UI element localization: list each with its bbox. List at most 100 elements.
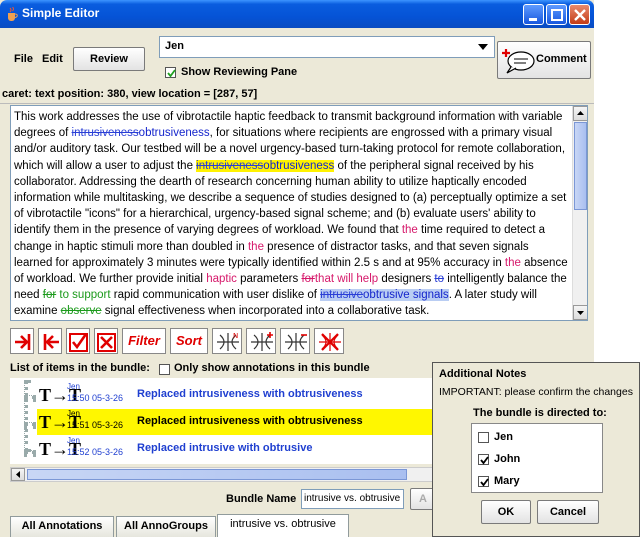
scroll-thumb[interactable]	[574, 122, 587, 210]
list-horizontal-scrollbar[interactable]	[10, 467, 440, 482]
item-description: Replaced intrusive with obtrusive	[137, 442, 313, 454]
scroll-up-button[interactable]	[573, 106, 587, 121]
item-time: 15:51 05-3-26	[67, 420, 124, 430]
tree-connector	[24, 380, 28, 452]
text-segment: signal effectiveness when incorporated i…	[101, 305, 430, 318]
user-select[interactable]: Jen	[159, 36, 495, 58]
ok-button[interactable]: OK	[481, 500, 531, 524]
annotated-text-segment[interactable]: intrusiveness	[72, 127, 139, 139]
comment-label: Comment	[536, 53, 587, 65]
additional-notes-dialog: Additional Notes IMPORTANT: please confi…	[432, 362, 640, 537]
checkmark-icon	[480, 456, 489, 465]
annotated-text-segment[interactable]: for	[301, 273, 314, 285]
recipient-checkbox[interactable]	[478, 476, 489, 487]
bundle-add-button[interactable]	[246, 328, 276, 354]
annotated-text-segment[interactable]: to support	[56, 289, 114, 301]
menu-file[interactable]: File	[14, 53, 33, 65]
close-button[interactable]	[569, 4, 590, 25]
only-show-bundle-label: Only show annotations in this bundle	[174, 362, 370, 374]
notes-message[interactable]: IMPORTANT: please confirm the changes	[439, 386, 633, 398]
show-reviewing-pane-label: Show Reviewing Pane	[181, 66, 298, 78]
directed-to-label: The bundle is directed to:	[473, 407, 607, 419]
cancel-button[interactable]: Cancel	[537, 500, 599, 524]
text-segment: parameters	[236, 273, 302, 286]
recipient-name: Jen	[494, 431, 513, 443]
checkmark-icon	[167, 69, 176, 78]
list-item-selected[interactable]: T→T Jen 15:51 05-3-26 Replaced intrusive…	[37, 409, 440, 435]
accept-next-button[interactable]	[10, 328, 34, 354]
annotated-text-segment[interactable]: intrusiveness	[196, 159, 264, 172]
accept-button[interactable]	[66, 328, 90, 354]
item-user: Jen	[67, 436, 80, 445]
scroll-thumb[interactable]	[27, 469, 407, 480]
notes-title: Additional Notes	[439, 368, 527, 380]
bundle-name-input[interactable]: intrusive vs. obtrusive	[301, 489, 404, 509]
item-user: Jen	[67, 382, 80, 391]
close-icon	[574, 9, 586, 21]
annotated-text-segment[interactable]: haptic	[206, 273, 237, 285]
arrow-left-icon	[16, 471, 20, 478]
tab-bundle[interactable]: intrusive vs. obtrusive	[217, 514, 349, 537]
bundle-list-header: List of items in the bundle:	[10, 362, 150, 374]
annotated-text-segment[interactable]: for	[43, 289, 56, 301]
bundle-remove-button[interactable]	[280, 328, 310, 354]
bundle-button[interactable]: N	[212, 328, 242, 354]
tree-connector	[24, 422, 36, 426]
annotated-text-segment[interactable]: the	[248, 241, 264, 253]
item-user: Jen	[67, 409, 80, 418]
show-reviewing-pane-checkbox[interactable]	[165, 67, 176, 78]
checkmark-icon	[480, 478, 489, 487]
maximize-icon	[551, 9, 563, 21]
document-editor[interactable]: This work addresses the use of vibrotact…	[10, 105, 588, 321]
bundle-icon: N	[217, 332, 239, 351]
editor-vertical-scrollbar[interactable]	[572, 106, 587, 320]
accept-next-icon	[15, 334, 31, 350]
sort-button[interactable]: Sort	[170, 328, 208, 354]
annotated-text-segment[interactable]: that will help	[315, 273, 378, 285]
window-title: Simple Editor	[22, 6, 100, 20]
maximize-button[interactable]	[546, 4, 567, 25]
annotated-text-segment[interactable]: intrusive	[320, 289, 364, 302]
bundle-items-list[interactable]: T→T Jen 15:50 05-3-26 Replaced intrusive…	[10, 378, 440, 464]
review-button[interactable]: Review	[73, 47, 145, 71]
annotated-text-segment[interactable]: the	[505, 257, 521, 269]
reject-button[interactable]	[94, 328, 118, 354]
recipient-checkbox[interactable]	[478, 454, 489, 465]
reject-prev-icon	[43, 334, 59, 350]
recipients-list: Jen John Mary	[471, 423, 603, 493]
only-show-bundle-checkbox[interactable]	[159, 364, 170, 375]
annotated-text-segment[interactable]: obtrusiveness	[263, 159, 335, 172]
document-text[interactable]: This work addresses the use of vibrotact…	[14, 109, 569, 320]
scroll-down-button[interactable]	[573, 305, 587, 320]
annotated-text-segment[interactable]: obtrusive signals	[363, 289, 449, 302]
bundle-delete-button[interactable]	[314, 328, 344, 354]
bundle-add-icon	[251, 332, 273, 351]
item-description: Replaced intrusiveness with obtrusivenes…	[137, 415, 363, 427]
caret-status: caret: text position: 380, view location…	[0, 88, 594, 104]
list-item[interactable]: T→T Jen 15:50 05-3-26 Replaced intrusive…	[37, 382, 440, 408]
annotated-text-segment[interactable]: to	[434, 273, 444, 285]
menu-edit[interactable]: Edit	[42, 53, 63, 65]
comment-bubble-icon	[502, 49, 535, 74]
tab-all-annogroups[interactable]: All AnnoGroups	[116, 516, 216, 537]
reject-prev-button[interactable]	[38, 328, 62, 354]
arrow-down-icon	[577, 311, 584, 315]
java-cup-icon	[8, 7, 18, 21]
recipient-checkbox[interactable]	[478, 432, 489, 443]
svg-text:N: N	[233, 332, 238, 340]
annotated-text-segment[interactable]: obtrusiveness	[139, 127, 210, 139]
item-description: Replaced intrusiveness with obtrusivenes…	[137, 388, 363, 400]
tab-all-annotations[interactable]: All Annotations	[10, 516, 114, 537]
scroll-left-button[interactable]	[11, 468, 25, 481]
annotated-text-segment[interactable]: observe	[61, 305, 102, 317]
annotated-text-segment[interactable]: the	[402, 224, 418, 236]
item-time: 15:52 05-3-26	[67, 447, 124, 457]
list-item[interactable]: T→T Jen 15:52 05-3-26 Replaced intrusive…	[37, 436, 440, 462]
accept-icon	[69, 333, 88, 352]
comment-button[interactable]: Comment	[497, 41, 591, 79]
filter-button[interactable]: Filter	[122, 328, 166, 354]
bundle-name-label: Bundle Name	[226, 493, 297, 505]
minimize-button[interactable]	[523, 4, 544, 25]
title-bar[interactable]: Simple Editor	[0, 0, 594, 28]
text-segment: rapid communication with user dislike of	[113, 289, 321, 302]
